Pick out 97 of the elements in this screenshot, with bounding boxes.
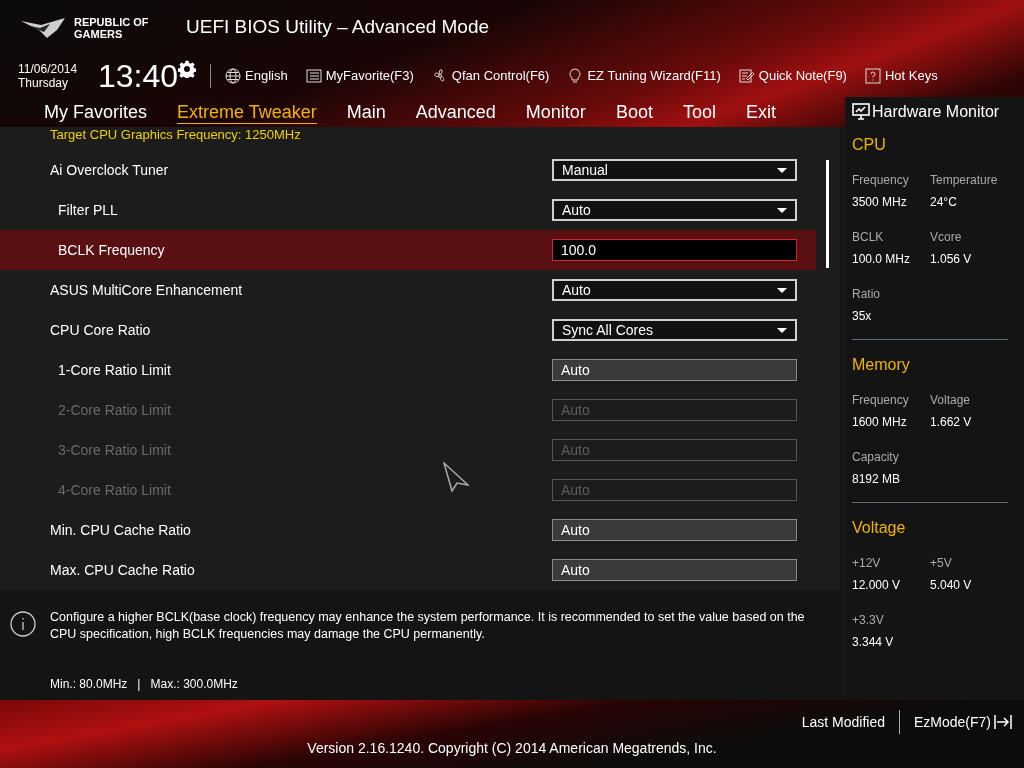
metric-label: BCLK: [852, 229, 885, 246]
settings-row[interactable]: Filter PLL Auto: [0, 190, 816, 230]
help-text: Configure a higher BCLK(base clock) frequency may enhance the system performance. It is recommended to set the value based on the CPU specification, high BCLK frequencies may damage the CPU permanently.: [50, 609, 806, 643]
metric-label: Temperature: [930, 172, 999, 189]
clock-time: 13:40: [98, 59, 179, 93]
menu-tab[interactable]: Extreme Tweaker: [177, 100, 317, 124]
note-pencil-icon: [738, 68, 755, 84]
settings-icon[interactable]: [178, 60, 197, 78]
version-text: Version 2.16.1240. Copyright (C) 2014 American Megatrends, Inc.: [307, 739, 717, 758]
ez-mode-button[interactable]: EzMode(F7): [913, 711, 1012, 733]
metric-value: 35x: [852, 308, 873, 325]
metric-label: +5V: [930, 555, 953, 572]
brand-text: REPUBLIC OF: [74, 15, 149, 28]
setting-label: 4-Core Ratio Limit: [57, 480, 171, 500]
metric-label: Frequency: [852, 392, 910, 409]
menu-tab[interactable]: Exit: [745, 100, 776, 124]
settings-row[interactable]: 1-Core Ratio Limit Auto: [0, 350, 816, 390]
metric-value: 1.056 V: [930, 251, 973, 268]
globe-icon: [225, 68, 242, 84]
input-field[interactable]: 100.0: [552, 239, 797, 261]
setting-label: BCLK Frequency: [57, 240, 165, 260]
setting-label: CPU Core Ratio: [49, 320, 151, 340]
caret-icon: [777, 327, 787, 333]
day-text: Thursday: [18, 76, 70, 90]
toolbar-button[interactable]: Quick Note(F9): [738, 66, 847, 86]
section-title: CPU: [852, 135, 887, 155]
lightbulb-icon: [567, 68, 584, 84]
metric-value: 12.000 V: [852, 577, 902, 594]
menu-tab[interactable]: Boot: [615, 100, 653, 124]
metric-label: +12V: [852, 555, 882, 572]
value-field[interactable]: Auto: [552, 519, 797, 541]
scrollbar[interactable]: [826, 160, 829, 268]
toolbar-button[interactable]: MyFavorite(F3): [305, 66, 414, 86]
brand-text: GAMERS: [74, 27, 124, 40]
section-title: Voltage: [852, 518, 907, 538]
menu-tab[interactable]: My Favorites: [44, 100, 148, 124]
setting-label: Filter PLL: [57, 200, 118, 220]
window-title: UEFI BIOS Utility – Advanced Mode: [186, 15, 490, 40]
date-text: 11/06/2014: [18, 62, 79, 76]
dropdown-field[interactable]: Auto: [552, 199, 797, 221]
metric-value: 3.344 V: [852, 634, 895, 651]
settings-row[interactable]: ASUS MultiCore Enhancement Auto: [0, 270, 816, 310]
caret-icon: [777, 207, 787, 213]
metric-value: 100.0 MHz: [852, 251, 912, 268]
menu-tab[interactable]: Advanced: [415, 100, 496, 124]
dropdown-field[interactable]: Auto: [552, 279, 797, 301]
setting-label: 1-Core Ratio Limit: [57, 360, 171, 380]
metric-value: 24°C: [930, 194, 958, 211]
toolbar-button[interactable]: English: [225, 66, 288, 86]
settings-row[interactable]: CPU Core Ratio Sync All Cores: [0, 310, 816, 350]
caret-icon: [777, 167, 787, 173]
setting-label: Ai Overclock Tuner: [49, 160, 169, 180]
metric-label: Voltage: [930, 392, 972, 409]
value-field[interactable]: Auto: [552, 359, 797, 381]
menu-tab[interactable]: Main: [346, 100, 386, 124]
info-icon: [10, 611, 36, 637]
note-text: Target CPU Graphics Frequency: 1250MHz: [50, 127, 301, 143]
metric-value: 1600 MHz: [852, 414, 908, 431]
metric-value: 8192 MB: [852, 471, 902, 488]
setting-label: Max. CPU Cache Ratio: [49, 560, 195, 580]
list-icon: [305, 68, 322, 84]
last-modified-button[interactable]: Last Modified: [801, 711, 885, 733]
section-title: Memory: [852, 355, 911, 375]
settings-row[interactable]: BCLK Frequency 100.0: [0, 230, 816, 270]
settings-row[interactable]: Max. CPU Cache Ratio Auto: [0, 550, 816, 590]
min-value: Min.: 80.0MHz: [50, 676, 128, 693]
metric-label: +3.3V: [852, 612, 885, 629]
menu-tab[interactable]: Monitor: [525, 100, 586, 124]
toolbar-button[interactable]: Hot Keys: [864, 66, 938, 86]
metric-label: Capacity: [852, 449, 900, 466]
separator-text: |: [137, 676, 141, 693]
settings-row[interactable]: Ai Overclock Tuner Manual: [0, 150, 816, 190]
monitor-icon: [852, 103, 870, 121]
dropdown-field[interactable]: Manual: [552, 159, 797, 181]
settings-row[interactable]: Min. CPU Cache Ratio Auto: [0, 510, 816, 550]
metric-label: Frequency: [852, 172, 910, 189]
cursor-icon: [443, 462, 469, 492]
setting-label: 2-Core Ratio Limit: [57, 400, 171, 420]
caret-icon: [777, 287, 787, 293]
eye-logo-icon: [20, 16, 66, 39]
setting-label: Min. CPU Cache Ratio: [49, 520, 191, 540]
help-icon: [864, 68, 881, 84]
metric-value: 5.040 V: [930, 577, 973, 594]
panel-title: Hardware Monitor: [872, 102, 1000, 122]
dropdown-field[interactable]: Sync All Cores: [552, 319, 797, 341]
toolbar-button[interactable]: Qfan Control(F6): [431, 66, 550, 86]
setting-label: 3-Core Ratio Limit: [57, 440, 171, 460]
menu-tab[interactable]: Tool: [682, 100, 716, 124]
toolbar-button[interactable]: EZ Tuning Wizard(F11): [567, 66, 721, 86]
metric-label: Vcore: [930, 229, 963, 246]
max-value: Max.: 300.0MHz: [150, 676, 238, 693]
metric-value: 3500 MHz: [852, 194, 908, 211]
value-field[interactable]: Auto: [552, 559, 797, 581]
metric-label: Ratio: [852, 286, 881, 303]
metric-value: 1.662 V: [930, 414, 973, 431]
setting-label: ASUS MultiCore Enhancement: [49, 280, 243, 300]
exit-arrow-icon: [994, 714, 1012, 730]
